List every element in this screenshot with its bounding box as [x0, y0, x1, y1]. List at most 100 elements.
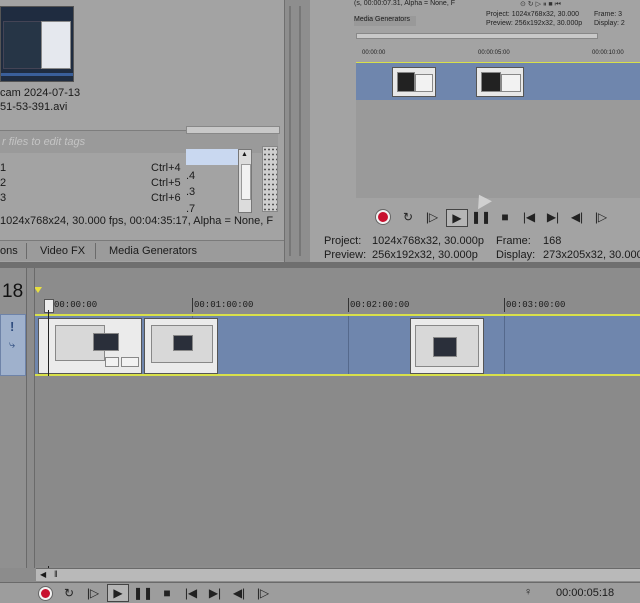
pause-button[interactable]: ❚❚ — [470, 209, 492, 225]
timecode-display: 00:00:05:18 — [556, 587, 615, 599]
ruler-label-1: 00:01:00:00 — [194, 300, 254, 310]
clip-thumbnail-2[interactable] — [144, 318, 218, 374]
bottom-stop-icon: ■ — [163, 586, 171, 600]
nested-scroll[interactable] — [356, 33, 598, 39]
clip-thumbnail-3[interactable] — [410, 318, 484, 374]
timeline-scrollbar[interactable]: ◀ ‖ — [36, 568, 640, 581]
preview-label: Preview: — [324, 249, 367, 261]
display-value: 273x205x32, 30.000 — [543, 249, 640, 261]
shortcut-1: Ctrl+4 — [151, 162, 181, 174]
project-label: Project: — [324, 235, 362, 247]
stop-button[interactable]: ■ — [496, 209, 514, 225]
bottom-pause-button[interactable]: ❚❚ — [132, 585, 154, 601]
bottom-go-to-start-icon: |◀ — [184, 586, 198, 600]
nested-project-value: 1024x768x32, 30.000 — [511, 11, 580, 18]
shortcut-3: Ctrl+6 — [151, 192, 181, 204]
side-number-1: .4 — [186, 170, 196, 182]
shortcut-key-1: 1 — [0, 162, 7, 174]
play-from-start-button[interactable]: |▷ — [423, 209, 441, 225]
tab-bar: ons Video FX Media Generators — [0, 240, 284, 261]
scroll-thumb[interactable] — [241, 164, 251, 200]
bottom-loop-button[interactable]: ↻ — [60, 585, 78, 601]
bottom-next-frame-button[interactable]: |▷ — [254, 585, 272, 601]
tags-scrollbar[interactable] — [186, 126, 280, 134]
timeline-ruler[interactable]: 00:00:00 00:01:00:00 00:02:00:00 00:03:0… — [34, 296, 640, 314]
bottom-stop-button[interactable]: ■ — [158, 585, 176, 601]
frame-label: Frame: — [496, 235, 531, 247]
side-number-3: .7 — [186, 203, 196, 215]
shortcut-list: 1 Ctrl+4 2 Ctrl+5 3 Ctrl+6 — [0, 160, 184, 208]
bottom-play-button[interactable]: ▶ — [107, 584, 129, 602]
selection-highlight[interactable] — [186, 149, 238, 165]
play-button[interactable]: ▶ — [446, 209, 468, 227]
nested-clip-1[interactable] — [392, 67, 436, 97]
dotted-strip — [262, 146, 278, 212]
frame-value: 168 — [543, 235, 562, 247]
go-to-start-button[interactable]: |◀ — [520, 209, 538, 225]
loop-button[interactable]: ↻ — [399, 209, 417, 225]
stop-icon: ■ — [501, 210, 509, 224]
nested-preview-value: 256x192x32, 30.000p — [514, 20, 583, 27]
nested-clip-2[interactable] — [476, 67, 524, 97]
go-to-end-button[interactable]: ▶| — [544, 209, 562, 225]
track-fx-icon: ⤷ — [9, 339, 16, 351]
track-warning-icon: ! — [10, 319, 15, 334]
preview-info: Project: 1024x768x32, 30.000p Preview: 2… — [324, 234, 640, 262]
bottom-go-to-end-icon: ▶| — [208, 586, 222, 600]
clip-thumbnail-1[interactable] — [38, 318, 142, 374]
ruler-label-0: 00:00:00 — [54, 300, 98, 310]
scroll-grip-icon[interactable]: ‖ — [54, 569, 58, 579]
timeline-empty-area[interactable] — [35, 376, 640, 566]
bottom-record-button[interactable] — [36, 585, 54, 601]
timeline-splitter[interactable] — [0, 262, 640, 268]
media-info: 1024x768x24, 30.000 fps, 00:04:35:17, Al… — [0, 215, 274, 227]
shortcut-key-3: 3 — [0, 192, 7, 204]
preview-transport: ↻ |▷ ▶ ❚❚ ■ |◀ ▶| ◀| |▷ — [374, 208, 614, 228]
go-to-end-icon: ▶| — [546, 210, 560, 224]
playhead-handle[interactable] — [44, 299, 54, 313]
go-to-start-icon: |◀ — [522, 210, 536, 224]
media-thumbnail[interactable] — [0, 6, 74, 82]
bottom-pause-icon: ❚❚ — [132, 586, 154, 600]
shortcut-key-2: 2 — [0, 177, 7, 189]
display-label: Display: — [496, 249, 536, 261]
record-button[interactable] — [374, 209, 392, 225]
previous-frame-button[interactable]: ◀| — [568, 209, 586, 225]
record-icon — [376, 210, 390, 224]
bottom-previous-frame-icon: ◀| — [232, 586, 246, 600]
nested-ruler-label-0: 00:00:00 — [362, 50, 386, 56]
list-scrollbar[interactable]: ▲ — [238, 149, 252, 213]
loop-marker[interactable] — [34, 287, 42, 293]
nested-frame-label: Frame: — [594, 11, 617, 18]
scroll-up-arrow-icon[interactable]: ▲ — [241, 151, 248, 158]
file-name-line2: 51-53-391.avi — [0, 101, 68, 113]
bottom-previous-frame-button[interactable]: ◀| — [230, 585, 248, 601]
nested-ruler-label-2: 00:00:10:00 — [592, 50, 624, 56]
bottom-record-icon — [38, 586, 52, 600]
nested-info-block: Project: 1024x768x32, 30.000 Preview: 25… — [486, 10, 582, 28]
project-value: 1024x768x32, 30.000p — [372, 235, 484, 247]
tab-transitions[interactable]: ons — [0, 245, 18, 257]
play-icon: ▶ — [452, 211, 462, 225]
tab-video-fx[interactable]: Video FX — [40, 245, 85, 257]
ruler-label-2: 00:02:00:00 — [350, 300, 410, 310]
nested-frame-value: 3 — [618, 11, 623, 18]
pause-icon: ❚❚ — [470, 210, 492, 224]
bottom-play-from-start-button[interactable]: |▷ — [84, 585, 102, 601]
play-from-start-icon: |▷ — [425, 210, 439, 224]
nested-ruler-label-1: 00:00:05:00 — [478, 50, 510, 56]
nested-track — [356, 62, 640, 102]
track-header[interactable]: ! ⤷ — [0, 314, 26, 376]
panel-divider[interactable] — [284, 0, 311, 262]
bottom-next-frame-icon: |▷ — [256, 586, 270, 600]
bottom-go-to-start-button[interactable]: |◀ — [182, 585, 200, 601]
bottom-go-to-end-button[interactable]: ▶| — [206, 585, 224, 601]
bottom-transport: ↻ |▷ ▶ ❚❚ ■ |◀ ▶| ◀| |▷ ♀ 00:00:05:18 — [0, 582, 640, 603]
tab-media-generators[interactable]: Media Generators — [109, 245, 197, 257]
marker-icon[interactable]: ♀ — [524, 586, 532, 598]
side-number-2: .3 — [186, 186, 196, 198]
scroll-left-arrow-icon[interactable]: ◀ — [40, 570, 46, 579]
nested-preview-label: Preview: — [486, 20, 513, 27]
nested-display-label: Display: — [594, 20, 619, 27]
next-frame-button[interactable]: |▷ — [592, 209, 610, 225]
